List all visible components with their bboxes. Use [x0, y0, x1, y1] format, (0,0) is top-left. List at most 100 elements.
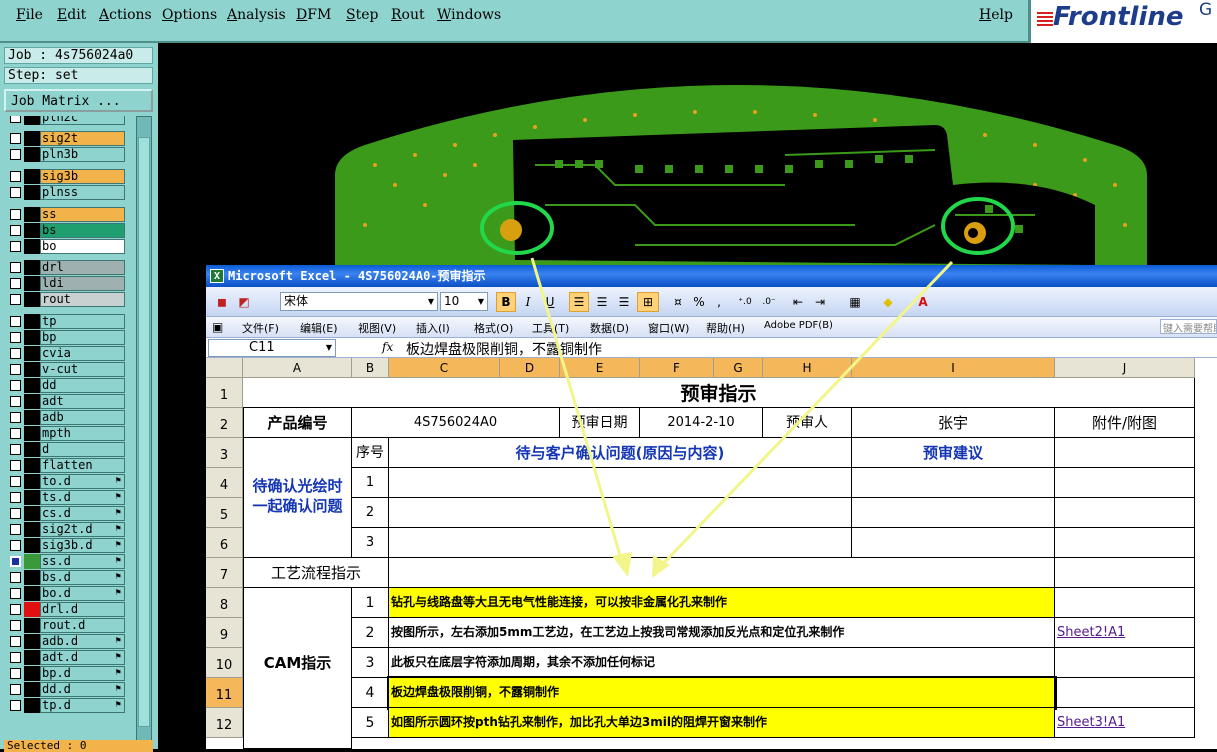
layer-color-swatch[interactable]	[24, 147, 40, 162]
pending-seq[interactable]: 1	[352, 468, 389, 498]
column-header-e[interactable]: E	[560, 358, 640, 378]
help-question-input[interactable]: 键入需要帮助的问题	[1160, 319, 1217, 334]
layer-name[interactable]: bp.d ⚑	[40, 666, 125, 681]
layer-checkbox[interactable]	[10, 364, 21, 375]
layer-checkbox[interactable]	[10, 241, 21, 252]
attachment-cell[interactable]	[1055, 678, 1195, 708]
layer-name[interactable]: pln2c	[40, 116, 125, 125]
layer-color-swatch[interactable]	[24, 698, 40, 713]
layer-name[interactable]: bo.d ⚑	[40, 586, 125, 601]
layer-name[interactable]: cs.d ⚑	[40, 506, 125, 521]
suggestion-header[interactable]: 预审建议	[852, 438, 1055, 468]
layer-name[interactable]: bo	[40, 239, 125, 254]
row-header-12[interactable]: 12	[206, 708, 243, 738]
menu-options[interactable]: Options	[162, 7, 217, 23]
layer-checkbox[interactable]	[10, 652, 21, 663]
layer-name[interactable]: bp	[40, 330, 125, 345]
layer-name[interactable]: d	[40, 442, 125, 457]
column-header-i[interactable]: I	[852, 358, 1055, 378]
layer-checkbox[interactable]	[10, 348, 21, 359]
attachment-cell[interactable]	[1055, 648, 1195, 678]
pending-suggestion-cell[interactable]	[852, 468, 1055, 498]
cam-instruction-text[interactable]: 如图所示圆环按pth钻孔来制作，加比孔大单边3mil的阻焊开窗来制作	[389, 708, 1055, 738]
layer-row[interactable]: bo	[4, 239, 126, 254]
align-right-icon[interactable]: ☰	[614, 292, 634, 312]
layer-row[interactable]: adt	[4, 394, 126, 409]
attachment-label[interactable]: 附件/附图	[1055, 408, 1195, 438]
cam-instruction-text[interactable]: 此板只在底层字符添加周期，其余不添加任何标记	[389, 648, 1055, 678]
review-date-value[interactable]: 2014-2-10	[640, 408, 763, 438]
layer-name[interactable]: ts.d ⚑	[40, 490, 125, 505]
layer-color-swatch[interactable]	[24, 586, 40, 601]
column-header-h[interactable]: H	[763, 358, 852, 378]
layer-color-swatch[interactable]	[24, 650, 40, 665]
attachment-cell[interactable]	[1055, 588, 1195, 618]
column-header-g[interactable]: G	[714, 358, 763, 378]
pending-issue-cell[interactable]	[389, 528, 852, 558]
excel-menu-tools[interactable]: 工具(T)	[532, 320, 569, 336]
layer-color-swatch[interactable]	[24, 314, 40, 329]
layer-name[interactable]: adt.d ⚑	[40, 650, 125, 665]
attachment-cell[interactable]	[1055, 468, 1195, 498]
font-size-select[interactable]: 10 ▼	[440, 292, 488, 311]
excel-menu-edit[interactable]: 编辑(E)	[300, 320, 338, 336]
align-center-icon[interactable]: ☰	[592, 292, 612, 312]
menu-actions[interactable]: Actions	[99, 7, 152, 23]
layer-checkbox[interactable]	[10, 428, 21, 439]
pending-issue-cell[interactable]	[389, 498, 852, 528]
layer-name[interactable]: flatten	[40, 458, 125, 473]
process-flow-label[interactable]: 工艺流程指示	[243, 558, 389, 588]
layer-row[interactable]: rout	[4, 292, 126, 307]
reviewer-label[interactable]: 预审人	[763, 408, 852, 438]
percent-button[interactable]: %	[690, 292, 708, 312]
layer-row[interactable]: mpth	[4, 426, 126, 441]
layer-name[interactable]: rout.d	[40, 618, 125, 633]
layer-row[interactable]: tp	[4, 314, 126, 329]
row-header-4[interactable]: 4	[206, 468, 243, 498]
layer-checkbox[interactable]	[10, 262, 21, 273]
select-all-corner[interactable]	[206, 358, 243, 378]
layer-row[interactable]: bp.d ⚑	[4, 666, 126, 681]
layer-row[interactable]: drl.d	[4, 602, 126, 617]
merge-center-icon[interactable]: ⊞	[637, 292, 659, 312]
layer-row[interactable]: ss	[4, 207, 126, 222]
layer-name[interactable]: plnss	[40, 185, 125, 200]
layer-checkbox[interactable]	[10, 171, 21, 182]
layer-color-swatch[interactable]	[24, 522, 40, 537]
layer-scrollbar[interactable]	[136, 116, 152, 746]
layer-color-swatch[interactable]	[24, 131, 40, 146]
layer-row[interactable]: cs.d ⚑	[4, 506, 126, 521]
row-header-2[interactable]: 2	[206, 408, 243, 438]
layer-checkbox[interactable]	[10, 316, 21, 327]
layer-row[interactable]: ss.d ⚑	[4, 554, 126, 569]
borders-icon[interactable]: ▦	[842, 292, 868, 312]
layer-color-swatch[interactable]	[24, 223, 40, 238]
layer-color-swatch[interactable]	[24, 394, 40, 409]
layer-name[interactable]: adb	[40, 410, 125, 425]
layer-checkbox[interactable]	[10, 412, 21, 423]
font-name-select[interactable]: 宋体 ▼	[280, 292, 438, 311]
cam-seq[interactable]: 4	[352, 678, 389, 708]
layer-row[interactable]: sig2t	[4, 131, 126, 146]
layer-row[interactable]: flatten	[4, 458, 126, 473]
layer-checkbox[interactable]	[10, 209, 21, 220]
layer-color-swatch[interactable]	[24, 239, 40, 254]
layer-name[interactable]: dd.d ⚑	[40, 682, 125, 697]
layer-checkbox[interactable]	[10, 149, 21, 160]
layer-row[interactable]: adb.d ⚑	[4, 634, 126, 649]
excel-doc-icon[interactable]: ▣	[212, 320, 223, 334]
layer-name[interactable]: sig3b	[40, 169, 125, 184]
layer-color-swatch[interactable]	[24, 169, 40, 184]
layer-row[interactable]: plnss	[4, 185, 126, 200]
product-no-value[interactable]: 4S756024A0	[352, 408, 560, 438]
menu-step[interactable]: Step	[346, 7, 378, 23]
excel-menu-window[interactable]: 窗口(W)	[648, 320, 689, 336]
layer-checkbox[interactable]	[10, 588, 21, 599]
pdf-icon[interactable]: ◼	[214, 292, 230, 312]
attachment-link[interactable]: Sheet3!A1	[1055, 708, 1195, 738]
layer-row[interactable]: pln2c	[4, 116, 126, 125]
layer-checkbox[interactable]	[10, 332, 21, 343]
pending-issues-label[interactable]: 待确认光绘时 一起确认问题	[243, 438, 352, 558]
layer-checkbox[interactable]	[10, 380, 21, 391]
layer-checkbox[interactable]	[10, 278, 21, 289]
